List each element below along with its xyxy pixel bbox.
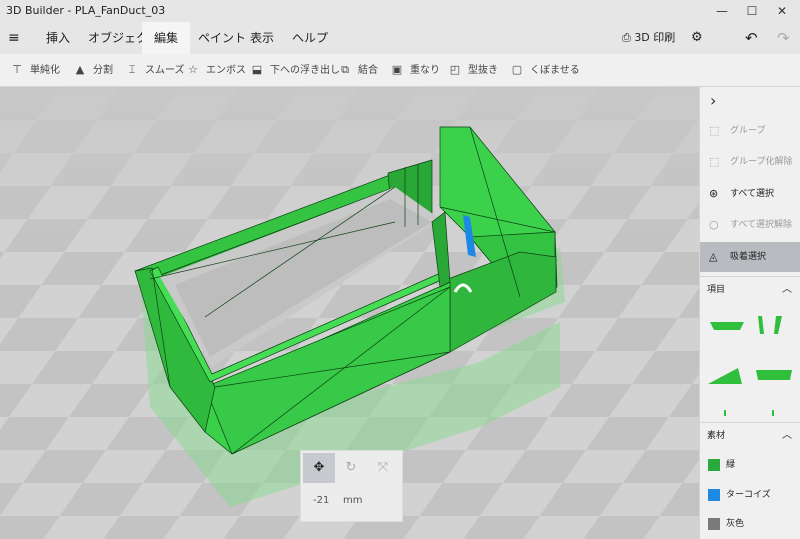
color-swatch (708, 518, 720, 530)
extrude-down-label: 下への浮き出し (270, 65, 340, 76)
hollow-icon: ▢ (511, 63, 523, 76)
lasso-select-icon: ◬ (709, 250, 718, 263)
merge-icon: ⧉ (341, 63, 349, 76)
group-icon: ⬚ (709, 124, 720, 137)
transform-gizmo: ✥ ↻ ⤧ -21 mm (300, 450, 403, 522)
item-thumbnail[interactable] (758, 316, 764, 334)
item-thumbnail[interactable] (756, 370, 792, 380)
ungroup-button[interactable]: ⬚ グループ化解除 (700, 147, 800, 177)
simplify-icon: ⊤ (12, 63, 22, 76)
items-header-label: 項目 (707, 285, 726, 295)
hamburger-menu-icon[interactable]: ≡ (8, 30, 20, 46)
select-all-icon: ⊛ (709, 187, 719, 200)
deselect-all-button[interactable]: ○ すべて選択解除 (700, 210, 800, 240)
menu-bar: ≡ 挿入 オブジェクト 編集 ペイント 表示 ヘルプ ⎙ 3D 印刷 ⚙ ↶ ↷ (0, 22, 800, 54)
redo-icon[interactable]: ↷ (777, 22, 790, 54)
color-swatch (708, 459, 720, 471)
deselect-all-icon: ○ (709, 218, 719, 231)
print-3d-label: 3D 印刷 (634, 31, 676, 44)
move-icon[interactable]: ✥ (303, 453, 335, 483)
material-label: 緑 (726, 460, 736, 470)
tab-insert[interactable]: 挿入 (44, 22, 72, 54)
simplify-button[interactable]: ⊤ 単純化 (10, 54, 60, 86)
merge-label: 結合 (358, 65, 378, 76)
minimize-button[interactable]: — (707, 0, 737, 22)
material-label: 灰色 (726, 519, 745, 529)
chevron-up-icon: ︿ (782, 430, 792, 441)
deselect-all-label: すべて選択解除 (730, 220, 793, 230)
select-all-button[interactable]: ⊛ すべて選択 (700, 179, 800, 209)
hollow-button[interactable]: ▢ くぼませる (510, 54, 580, 86)
item-thumbnail[interactable] (724, 410, 726, 416)
subtract-icon: ◰ (449, 63, 461, 76)
collapse-panel-icon[interactable]: › (710, 91, 716, 110)
print-3d-button[interactable]: ⎙ 3D 印刷 (622, 22, 675, 54)
tab-edit[interactable]: 編集 (142, 22, 190, 54)
extrude-down-icon: ⬓ (251, 63, 263, 76)
merge-button[interactable]: ⧉ 結合 (338, 54, 378, 86)
intersect-icon: ▣ (391, 63, 403, 76)
printer-icon: ⎙ (622, 31, 631, 44)
offset-unit: mm (343, 495, 363, 506)
subtract-label: 型抜き (468, 65, 498, 76)
color-swatch (708, 489, 720, 501)
material-green[interactable]: 緑 (700, 452, 800, 478)
item-thumbnail[interactable] (772, 410, 774, 416)
emboss-icon: ☆ (188, 63, 198, 76)
material-turquoise[interactable]: ターコイズ (700, 482, 800, 508)
split-label: 分割 (93, 65, 113, 76)
extrude-down-button[interactable]: ⬓ 下への浮き出し (250, 54, 340, 86)
offset-value[interactable]: -21 (313, 495, 329, 506)
maximize-button[interactable]: ☐ (737, 0, 767, 22)
intersect-button[interactable]: ▣ 重なり (390, 54, 440, 86)
settings-stamp-icon[interactable]: ⚙ (691, 22, 703, 54)
subtract-button[interactable]: ◰ 型抜き (448, 54, 498, 86)
lasso-select-button[interactable]: ◬ 吸着選択 (700, 242, 800, 272)
window-title: 3D Builder - PLA_FanDuct_03 (6, 4, 166, 17)
close-button[interactable]: ✕ (767, 0, 797, 22)
ungroup-label: グループ化解除 (730, 157, 793, 167)
smooth-label: スムーズ (145, 65, 185, 76)
smooth-icon: ⌶ (128, 63, 136, 76)
lasso-select-label: 吸着選択 (730, 252, 767, 262)
materials-header-label: 素材 (707, 431, 726, 441)
smooth-button[interactable]: ⌶ スムーズ (125, 54, 185, 86)
hollow-label: くぼませる (530, 65, 580, 76)
tab-paint[interactable]: ペイント (196, 22, 248, 54)
emboss-button[interactable]: ☆ エンボス (186, 54, 246, 86)
intersect-label: 重なり (410, 65, 440, 76)
select-all-label: すべて選択 (730, 189, 775, 199)
right-panel: › ⬚ グループ ⬚ グループ化解除 ⊛ すべて選択 ○ すべて選択解除 ◬ 吸… (699, 87, 800, 539)
item-thumbnail[interactable] (708, 368, 742, 384)
edit-toolbar: ⊤ 単純化 ▲ 分割 ⌶ スムーズ ☆ エンボス ⬓ 下への浮き出し ⧉ 結合 ▣ 重なり ◰… (0, 54, 800, 87)
tab-help[interactable]: ヘルプ (290, 22, 330, 54)
material-gray[interactable]: 灰色 (700, 511, 800, 537)
rotate-icon[interactable]: ↻ (335, 453, 367, 483)
ungroup-icon: ⬚ (709, 155, 720, 168)
undo-icon[interactable]: ↶ (745, 22, 758, 54)
items-section-header[interactable]: 項目 ︿ (700, 276, 800, 303)
group-label: グループ (730, 126, 766, 136)
scale-icon[interactable]: ⤧ (367, 453, 399, 483)
material-label: ターコイズ (726, 490, 771, 500)
split-icon: ▲ (75, 63, 85, 76)
emboss-label: エンボス (206, 65, 246, 76)
tab-view[interactable]: 表示 (248, 22, 276, 54)
group-button[interactable]: ⬚ グループ (700, 116, 800, 146)
simplify-label: 単純化 (30, 65, 60, 76)
title-bar: 3D Builder - PLA_FanDuct_03 — ☐ ✕ (0, 0, 800, 22)
materials-section-header[interactable]: 素材 ︿ (700, 422, 800, 449)
items-thumbnails (708, 316, 792, 416)
split-button[interactable]: ▲ 分割 (73, 54, 113, 86)
item-thumbnail[interactable] (710, 322, 744, 330)
chevron-up-icon: ︿ (782, 284, 792, 295)
